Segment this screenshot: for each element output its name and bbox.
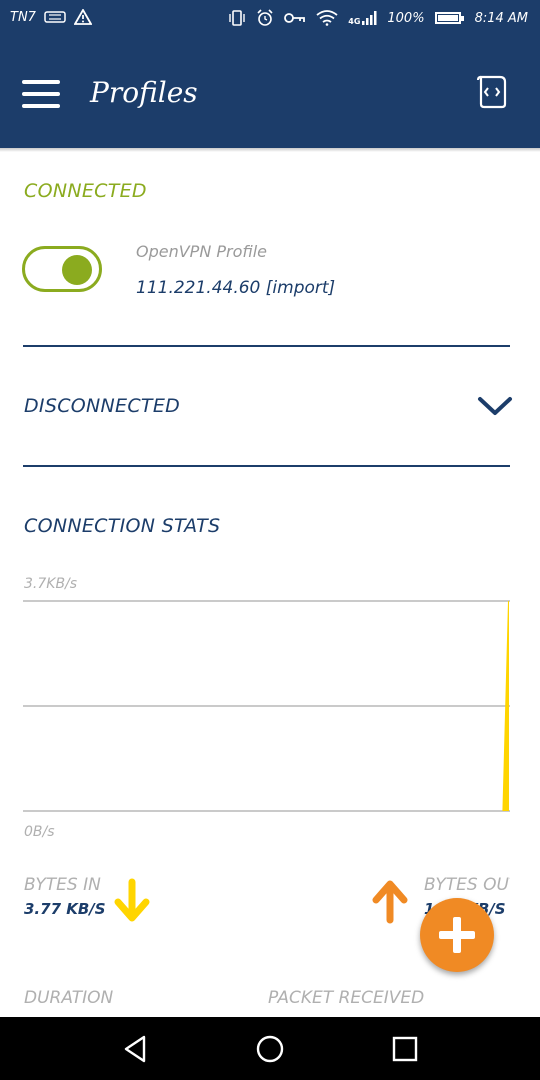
duration-label: DURATION	[24, 988, 114, 1008]
bytes-in-label: BYTES IN	[24, 875, 101, 895]
status-bar: TN7 4G 100% 8:14 AM	[0, 0, 540, 36]
sim-icon	[44, 11, 66, 23]
section-divider	[23, 345, 510, 347]
battery-icon	[434, 12, 464, 24]
traffic-chart: 3.7KB/s 0B/s	[0, 570, 540, 850]
battery-percent: 100%	[387, 10, 425, 26]
download-arrow-icon	[114, 878, 150, 922]
recents-icon[interactable]	[387, 1031, 423, 1067]
warning-icon	[73, 9, 92, 25]
toggle-knob	[62, 255, 92, 285]
disconnected-section-label[interactable]: DISCONNECTED	[24, 395, 180, 417]
packet-received-label: PACKET RECEIVED	[268, 988, 425, 1008]
bytes-in-value: 3.77 KB/S	[24, 900, 106, 918]
connected-section-label: CONNECTED	[24, 180, 147, 202]
wifi-icon	[316, 10, 338, 26]
hamburger-menu-icon[interactable]	[22, 80, 62, 108]
app-bar: Profiles	[0, 36, 540, 148]
add-profile-button[interactable]	[420, 898, 494, 972]
upload-arrow-icon	[372, 880, 408, 924]
clock: 8:14 AM	[474, 10, 528, 26]
app-bar-shadow	[0, 148, 540, 152]
page-title: Profiles	[90, 76, 198, 109]
vpn-connection-toggle[interactable]	[22, 246, 102, 292]
signal-icon	[362, 11, 377, 25]
chevron-down-icon[interactable]	[476, 395, 514, 419]
section-divider	[23, 465, 510, 467]
bytes-out-label: BYTES OUT	[424, 875, 510, 895]
profile-name[interactable]: OpenVPN Profile	[136, 242, 267, 261]
alarm-icon	[257, 9, 273, 26]
carrier-label: TN7	[10, 9, 36, 25]
home-icon[interactable]	[252, 1031, 288, 1067]
profile-address[interactable]: 111.221.44.60 [import]	[136, 278, 335, 298]
network-type-label: 4G	[348, 17, 361, 26]
system-nav-bar	[0, 1017, 540, 1080]
chart-min-label: 0B/s	[24, 824, 55, 840]
traffic-chart-plot	[23, 600, 510, 812]
code-file-icon[interactable]	[474, 74, 510, 110]
vibrate-icon	[229, 10, 245, 26]
back-icon[interactable]	[118, 1031, 154, 1067]
connection-stats-label: CONNECTION STATS	[24, 515, 221, 537]
vpn-key-icon	[284, 13, 306, 23]
